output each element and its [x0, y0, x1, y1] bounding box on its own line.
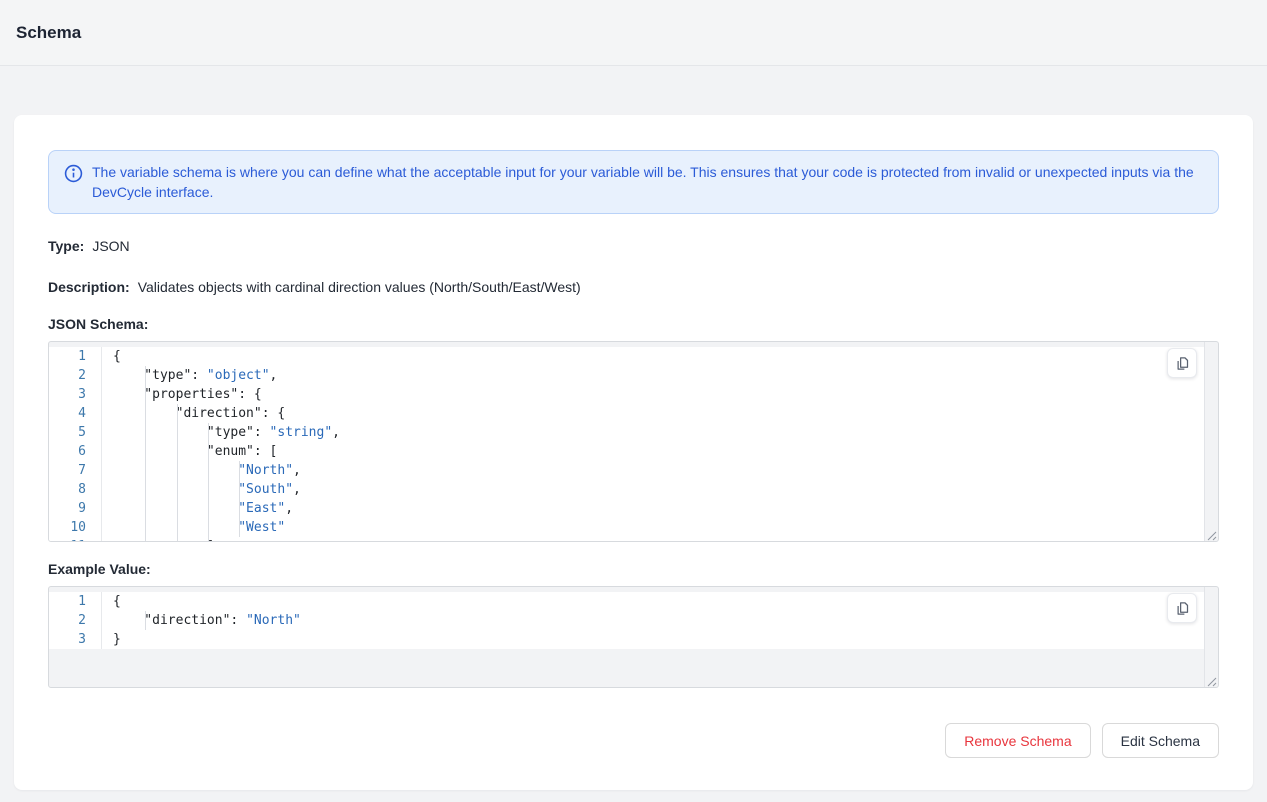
json-schema-label: JSON Schema: [48, 316, 1219, 332]
line-number: 9 [49, 499, 86, 518]
line-number: 1 [49, 347, 86, 366]
line-number: 10 [49, 518, 86, 537]
page-title: Schema [16, 23, 81, 43]
code-line: "type": "string", [113, 423, 1205, 442]
indent-guide [177, 404, 178, 542]
code-line: "West" [113, 518, 1205, 537]
code-line: } [113, 630, 1205, 649]
resize-grip-icon[interactable] [1205, 528, 1217, 540]
code-line: "direction": "North" [113, 611, 1205, 630]
description-value: Validates objects with cardinal directio… [138, 279, 581, 295]
page-header: Schema [0, 0, 1267, 66]
line-number: 6 [49, 442, 86, 461]
description-label: Description: [48, 279, 130, 295]
code-surface[interactable]: 1234567891011 { "type": "object", "prope… [49, 347, 1205, 542]
copy-button[interactable] [1167, 593, 1197, 623]
line-number: 1 [49, 592, 86, 611]
code-line: "East", [113, 499, 1205, 518]
line-number: 3 [49, 385, 86, 404]
code-line: "South", [113, 480, 1205, 499]
line-number: 8 [49, 480, 86, 499]
remove-schema-button[interactable]: Remove Schema [945, 723, 1090, 758]
example-value-label: Example Value: [48, 561, 1219, 577]
indent-guide [208, 423, 209, 542]
line-number: 7 [49, 461, 86, 480]
banner-text: The variable schema is where you can def… [92, 162, 1203, 202]
indent-guide [239, 461, 240, 537]
type-label: Type: [48, 238, 84, 254]
edit-schema-button[interactable]: Edit Schema [1102, 723, 1219, 758]
line-number: 11 [49, 537, 86, 542]
code-line: "properties": { [113, 385, 1205, 404]
indent-guide [145, 366, 146, 542]
json-schema-editor[interactable]: 1234567891011 { "type": "object", "prope… [48, 341, 1219, 542]
line-number-gutter: 1234567891011 [49, 347, 102, 542]
line-number-gutter: 123 [49, 592, 102, 649]
type-row: Type: JSON [48, 238, 1219, 254]
line-number: 4 [49, 404, 86, 423]
line-number: 3 [49, 630, 86, 649]
code-line: "direction": { [113, 404, 1205, 423]
type-value: JSON [92, 238, 129, 254]
code-surface[interactable]: 123 { "direction": "North"} [49, 592, 1205, 649]
line-number: 2 [49, 366, 86, 385]
description-row: Description: Validates objects with cardi… [48, 279, 1219, 295]
resize-grip-icon[interactable] [1205, 674, 1217, 686]
indent-guide [145, 611, 146, 630]
line-number: 5 [49, 423, 86, 442]
example-value-editor[interactable]: 123 { "direction": "North"} [48, 586, 1219, 688]
footer-buttons: Remove Schema Edit Schema [48, 723, 1219, 758]
line-number: 2 [49, 611, 86, 630]
info-banner: The variable schema is where you can def… [48, 150, 1219, 214]
info-circle-icon [64, 164, 83, 183]
code-line: { [113, 592, 1205, 611]
code-line: "type": "object", [113, 366, 1205, 385]
copy-button[interactable] [1167, 348, 1197, 378]
code-line: "enum": [ [113, 442, 1205, 461]
code-line: ] [113, 537, 1205, 542]
code-line: "North", [113, 461, 1205, 480]
code-content[interactable]: { "direction": "North"} [102, 592, 1205, 649]
code-content[interactable]: { "type": "object", "properties": { "dir… [102, 347, 1205, 542]
schema-card: The variable schema is where you can def… [14, 115, 1253, 790]
code-line: { [113, 347, 1205, 366]
